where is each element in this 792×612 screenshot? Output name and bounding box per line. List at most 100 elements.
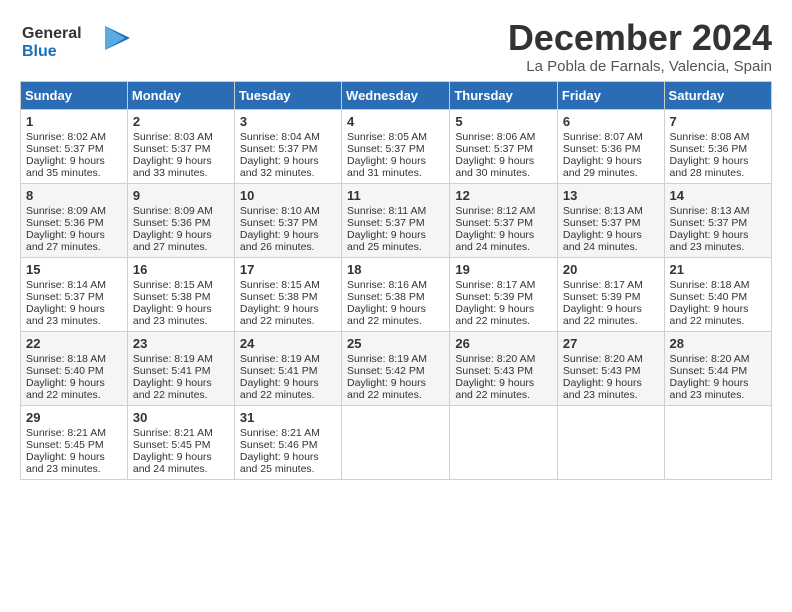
sunset-text: Sunset: 5:40 PM [26,365,104,377]
sunset-text: Sunset: 5:39 PM [455,291,533,303]
sunset-text: Sunset: 5:44 PM [670,365,748,377]
sunset-text: Sunset: 5:45 PM [133,439,211,451]
daylight-text: Daylight: 9 hours and 22 minutes. [240,377,319,401]
day-number: 26 [455,336,552,351]
daylight-text: Daylight: 9 hours and 23 minutes. [670,377,749,401]
calendar-cell: 19 Sunrise: 8:17 AM Sunset: 5:39 PM Dayl… [450,257,558,331]
day-number: 11 [347,188,444,203]
sunset-text: Sunset: 5:37 PM [26,291,104,303]
calendar-cell: 20 Sunrise: 8:17 AM Sunset: 5:39 PM Dayl… [557,257,664,331]
day-number: 1 [26,114,122,129]
week-row-2: 8 Sunrise: 8:09 AM Sunset: 5:36 PM Dayli… [21,183,772,257]
calendar-cell: 2 Sunrise: 8:03 AM Sunset: 5:37 PM Dayli… [127,109,234,183]
sunrise-text: Sunrise: 8:15 AM [240,279,320,291]
sunrise-text: Sunrise: 8:13 AM [670,205,750,217]
daylight-text: Daylight: 9 hours and 26 minutes. [240,229,319,253]
day-number: 14 [670,188,766,203]
sunrise-text: Sunrise: 8:06 AM [455,131,535,143]
calendar-cell: 4 Sunrise: 8:05 AM Sunset: 5:37 PM Dayli… [342,109,450,183]
sunset-text: Sunset: 5:37 PM [26,143,104,155]
col-saturday: Saturday [664,81,771,109]
sunset-text: Sunset: 5:45 PM [26,439,104,451]
week-row-3: 15 Sunrise: 8:14 AM Sunset: 5:37 PM Dayl… [21,257,772,331]
sunset-text: Sunset: 5:38 PM [347,291,425,303]
sunrise-text: Sunrise: 8:13 AM [563,205,643,217]
logo: General Blue [20,18,130,67]
daylight-text: Daylight: 9 hours and 22 minutes. [455,303,534,327]
sunset-text: Sunset: 5:37 PM [240,143,318,155]
daylight-text: Daylight: 9 hours and 22 minutes. [240,303,319,327]
calendar-cell: 9 Sunrise: 8:09 AM Sunset: 5:36 PM Dayli… [127,183,234,257]
sunset-text: Sunset: 5:36 PM [670,143,748,155]
calendar-cell: 12 Sunrise: 8:12 AM Sunset: 5:37 PM Dayl… [450,183,558,257]
calendar-cell: 7 Sunrise: 8:08 AM Sunset: 5:36 PM Dayli… [664,109,771,183]
sunset-text: Sunset: 5:41 PM [133,365,211,377]
calendar-table: Sunday Monday Tuesday Wednesday Thursday… [20,81,772,480]
calendar-cell: 5 Sunrise: 8:06 AM Sunset: 5:37 PM Dayli… [450,109,558,183]
title-block: December 2024 La Pobla de Farnals, Valen… [508,18,772,75]
sunrise-text: Sunrise: 8:12 AM [455,205,535,217]
sunrise-text: Sunrise: 8:10 AM [240,205,320,217]
day-number: 22 [26,336,122,351]
day-number: 18 [347,262,444,277]
day-number: 8 [26,188,122,203]
calendar-cell: 30 Sunrise: 8:21 AM Sunset: 5:45 PM Dayl… [127,405,234,479]
daylight-text: Daylight: 9 hours and 22 minutes. [133,377,212,401]
sunrise-text: Sunrise: 8:19 AM [133,353,213,365]
svg-text:General: General [22,25,82,42]
sunset-text: Sunset: 5:37 PM [133,143,211,155]
day-number: 17 [240,262,336,277]
sunset-text: Sunset: 5:36 PM [26,217,104,229]
sunrise-text: Sunrise: 8:09 AM [133,205,213,217]
daylight-text: Daylight: 9 hours and 22 minutes. [347,303,426,327]
calendar-cell: 26 Sunrise: 8:20 AM Sunset: 5:43 PM Dayl… [450,331,558,405]
day-number: 6 [563,114,659,129]
calendar-cell [342,405,450,479]
calendar-cell: 27 Sunrise: 8:20 AM Sunset: 5:43 PM Dayl… [557,331,664,405]
calendar-cell: 6 Sunrise: 8:07 AM Sunset: 5:36 PM Dayli… [557,109,664,183]
day-number: 24 [240,336,336,351]
col-tuesday: Tuesday [234,81,341,109]
subtitle: La Pobla de Farnals, Valencia, Spain [508,58,772,75]
sunrise-text: Sunrise: 8:21 AM [133,427,213,439]
sunrise-text: Sunrise: 8:19 AM [240,353,320,365]
sunset-text: Sunset: 5:37 PM [455,143,533,155]
daylight-text: Daylight: 9 hours and 30 minutes. [455,155,534,179]
daylight-text: Daylight: 9 hours and 29 minutes. [563,155,642,179]
day-number: 27 [563,336,659,351]
day-number: 5 [455,114,552,129]
daylight-text: Daylight: 9 hours and 22 minutes. [670,303,749,327]
daylight-text: Daylight: 9 hours and 22 minutes. [455,377,534,401]
daylight-text: Daylight: 9 hours and 23 minutes. [670,229,749,253]
sunset-text: Sunset: 5:37 PM [240,217,318,229]
calendar-cell: 1 Sunrise: 8:02 AM Sunset: 5:37 PM Dayli… [21,109,128,183]
daylight-text: Daylight: 9 hours and 23 minutes. [133,303,212,327]
calendar-cell: 17 Sunrise: 8:15 AM Sunset: 5:38 PM Dayl… [234,257,341,331]
sunrise-text: Sunrise: 8:09 AM [26,205,106,217]
calendar-header-row: Sunday Monday Tuesday Wednesday Thursday… [21,81,772,109]
day-number: 23 [133,336,229,351]
svg-text:Blue: Blue [22,43,57,60]
col-monday: Monday [127,81,234,109]
calendar-cell: 18 Sunrise: 8:16 AM Sunset: 5:38 PM Dayl… [342,257,450,331]
daylight-text: Daylight: 9 hours and 22 minutes. [26,377,105,401]
calendar-cell: 23 Sunrise: 8:19 AM Sunset: 5:41 PM Dayl… [127,331,234,405]
sunset-text: Sunset: 5:37 PM [670,217,748,229]
daylight-text: Daylight: 9 hours and 33 minutes. [133,155,212,179]
day-number: 15 [26,262,122,277]
day-number: 10 [240,188,336,203]
day-number: 9 [133,188,229,203]
daylight-text: Daylight: 9 hours and 23 minutes. [26,451,105,475]
day-number: 20 [563,262,659,277]
sunrise-text: Sunrise: 8:20 AM [455,353,535,365]
sunrise-text: Sunrise: 8:18 AM [670,279,750,291]
day-number: 21 [670,262,766,277]
calendar-cell: 25 Sunrise: 8:19 AM Sunset: 5:42 PM Dayl… [342,331,450,405]
daylight-text: Daylight: 9 hours and 24 minutes. [563,229,642,253]
day-number: 16 [133,262,229,277]
sunset-text: Sunset: 5:40 PM [670,291,748,303]
main-title: December 2024 [508,18,772,58]
calendar-cell: 13 Sunrise: 8:13 AM Sunset: 5:37 PM Dayl… [557,183,664,257]
daylight-text: Daylight: 9 hours and 24 minutes. [133,451,212,475]
calendar-cell: 8 Sunrise: 8:09 AM Sunset: 5:36 PM Dayli… [21,183,128,257]
